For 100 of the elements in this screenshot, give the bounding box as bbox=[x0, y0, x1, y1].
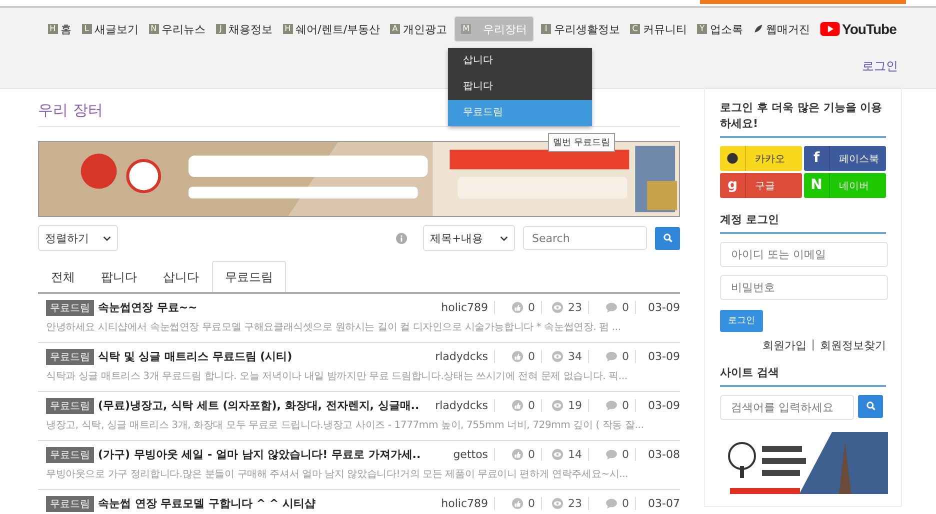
play-icon bbox=[820, 22, 840, 36]
search-icon bbox=[866, 401, 876, 411]
letter-badge: H bbox=[282, 24, 293, 34]
view-count: 23 bbox=[568, 301, 582, 314]
nav-item[interactable]: Y 업소록 bbox=[694, 8, 746, 50]
section-heading: 사이트 검색 bbox=[720, 364, 886, 386]
feather-icon bbox=[753, 24, 764, 34]
nav-item[interactable]: A 개인광고 bbox=[387, 8, 450, 50]
site-search-field[interactable]: 검색어를 입력하세요 bbox=[720, 394, 854, 420]
menu-item[interactable]: 삽니다 bbox=[448, 48, 592, 74]
letter-badge: I bbox=[541, 24, 552, 34]
category-tag: 무료드림 bbox=[46, 348, 94, 364]
comment-icon bbox=[606, 449, 618, 460]
sort-select[interactable]: 정렬하기 bbox=[38, 225, 118, 251]
category-tag: 무료드림 bbox=[46, 300, 94, 316]
post-title[interactable]: 속눈썹 연장 무료모델 구합니다 ^ ^ 시티샵 bbox=[98, 496, 316, 511]
youtube-link[interactable]: YouTube bbox=[817, 8, 900, 50]
nav-label: 채용정보 bbox=[228, 22, 273, 36]
like-count: 0 bbox=[528, 448, 536, 461]
tab[interactable]: 삽니다 bbox=[150, 261, 212, 292]
comment-icon bbox=[606, 400, 618, 411]
thumbs-up-icon bbox=[512, 351, 524, 362]
nav-label: 웹매거진 bbox=[766, 22, 810, 36]
comment-count: 0 bbox=[622, 448, 630, 461]
thumbs-up-icon bbox=[512, 449, 524, 460]
post-excerpt: 안녕하세요 시티샵에서 속눈썹연장 무료모델 구해요클래식셋으로 원하시는 길이 컬 디자인으로 시술가능합니다 * 속눈썹연장. 펌 ... bbox=[46, 321, 622, 335]
comment-icon bbox=[606, 351, 618, 362]
thumbs-up-icon bbox=[512, 498, 524, 509]
eye-icon bbox=[552, 351, 564, 362]
comment-icon bbox=[606, 302, 618, 313]
nav-label: 홈 bbox=[60, 22, 72, 36]
author-name: rladydcks bbox=[435, 350, 496, 363]
like-count: 0 bbox=[528, 350, 536, 363]
nav-item[interactable]: L 새글보기 bbox=[78, 8, 142, 50]
scope-select[interactable]: 제목+내용 bbox=[423, 225, 515, 251]
post-date: 03-09 bbox=[647, 399, 680, 412]
post-date: 03-09 bbox=[647, 350, 680, 363]
login-link[interactable]: 로그인 bbox=[862, 58, 898, 75]
eye-icon bbox=[552, 302, 564, 313]
signup-link[interactable]: 회원가입 bbox=[762, 338, 806, 352]
nav-label: 커뮤니티 bbox=[643, 22, 688, 36]
search-button[interactable] bbox=[655, 226, 680, 250]
category-tag: 무료드림 bbox=[46, 446, 94, 462]
author-name: holic789 bbox=[441, 497, 496, 510]
eye-icon bbox=[552, 400, 564, 411]
search-button[interactable] bbox=[858, 394, 883, 418]
nav-label: 쉐어/렌트/부동산 bbox=[296, 22, 380, 36]
social-login-button[interactable]: g 구글 bbox=[720, 173, 802, 198]
nav-item[interactable]: H 쉐어/렌트/부동산 bbox=[280, 8, 384, 50]
nav-label: 우리뉴스 bbox=[162, 22, 206, 36]
social-login-button[interactable]: ● 카카오 bbox=[720, 146, 802, 171]
category-tag: 무료드림 bbox=[46, 496, 94, 512]
comment-icon bbox=[606, 498, 618, 509]
comment-count: 0 bbox=[622, 350, 630, 363]
nav-item[interactable]: N 우리뉴스 bbox=[146, 8, 209, 50]
post-title[interactable]: (무료)냉장고, 식탁 세트 (의자포함), 화장대, 전자렌지, 싱글매.. bbox=[98, 398, 420, 413]
tab[interactable]: 팝니다 bbox=[88, 261, 150, 292]
password-field[interactable]: 비밀번호 bbox=[720, 275, 888, 300]
author-name: gettos bbox=[453, 448, 496, 461]
letter-badge: L bbox=[82, 24, 92, 34]
view-count: 23 bbox=[568, 497, 582, 510]
social-login-button[interactable]: f 페이스북 bbox=[804, 146, 886, 171]
letter-badge: C bbox=[630, 24, 640, 34]
tooltip: 멜번 무료드림 bbox=[548, 133, 615, 152]
tab[interactable]: 전체 bbox=[38, 261, 88, 292]
nav-item[interactable]: 웹매거진 bbox=[750, 8, 814, 50]
thumbs-up-icon bbox=[512, 400, 524, 411]
info-icon[interactable] bbox=[396, 232, 407, 244]
search-icon bbox=[662, 233, 672, 243]
category-tag: 무료드림 bbox=[46, 398, 94, 414]
chevron-icon bbox=[500, 236, 508, 240]
tab[interactable]: 무료드림 bbox=[212, 261, 286, 292]
nav-item[interactable]: C 커뮤니티 bbox=[627, 8, 690, 50]
comment-count: 0 bbox=[622, 399, 630, 412]
letter-badge: Y bbox=[697, 24, 708, 34]
letter-badge: M bbox=[461, 24, 472, 34]
like-count: 0 bbox=[528, 301, 536, 314]
author-name: holic789 bbox=[441, 301, 496, 314]
eye-icon bbox=[552, 449, 564, 460]
like-count: 0 bbox=[528, 497, 536, 510]
id-field[interactable]: 아이디 또는 이메일 bbox=[720, 242, 888, 267]
section-heading: 계정 로그인 bbox=[720, 212, 886, 234]
view-count: 19 bbox=[568, 399, 582, 412]
nav-item[interactable]: J 채용정보 bbox=[212, 8, 276, 50]
post-title[interactable]: 식탁 및 싱글 매트리스 무료드림 (시티) bbox=[98, 349, 292, 364]
login-prompt: 로그인 후 더욱 많은 기능을 이용하세요! bbox=[720, 100, 886, 138]
nav-item[interactable]: I 우리생활정보 bbox=[538, 8, 624, 50]
nav-label: 업소록 bbox=[710, 22, 744, 36]
letter-badge: A bbox=[390, 24, 400, 34]
find-account-link[interactable]: 회원정보찾기 bbox=[820, 338, 886, 352]
menu-item[interactable]: 팝니다 bbox=[448, 74, 592, 100]
post-title[interactable]: (가구) 무빙아웃 세일 - 얼마 남지 않았습니다! 무료로 가져가세.. bbox=[98, 447, 421, 462]
nav-label: 개인광고 bbox=[403, 22, 448, 36]
like-count: 0 bbox=[528, 399, 536, 412]
post-excerpt: 냉장고, 식탁, 싱글 매트리스 3개, 화장대 모두 무료로 드립니다.냉장고 사이즈 - 1777mm 높이, 755mm 너비, 729mm 깊이 ( 작동 잘... bbox=[46, 419, 645, 433]
nav-item[interactable]: H 홈 bbox=[44, 8, 75, 50]
post-title[interactable]: 속눈썹연장 무료~~ bbox=[98, 300, 198, 315]
search-field[interactable]: Search bbox=[523, 226, 647, 250]
view-count: 14 bbox=[568, 448, 582, 461]
post-excerpt: 무빙아웃으로 가구 정리합니다.많은 분들이 구매해 주셔서 얼마 남지 않았습니다!거의 모든 제품이 무료이니 편하게 연락주세요~시... bbox=[46, 468, 630, 482]
